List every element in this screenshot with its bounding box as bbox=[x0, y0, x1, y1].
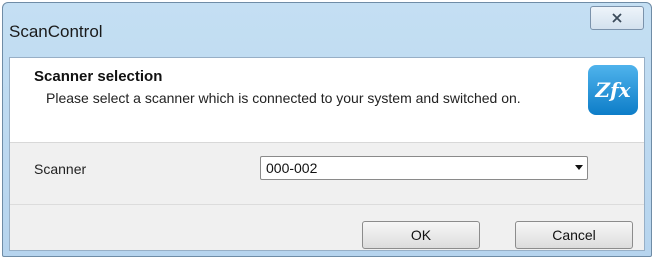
ok-button[interactable]: OK bbox=[362, 221, 480, 249]
close-button[interactable] bbox=[590, 6, 644, 30]
button-row-divider bbox=[10, 204, 644, 205]
scanner-field-row: Scanner 000-002 bbox=[10, 142, 644, 204]
header-description: Please select a scanner which is connect… bbox=[46, 90, 521, 106]
header-title: Scanner selection bbox=[34, 68, 163, 85]
title-bar[interactable]: ScanControl bbox=[3, 3, 651, 57]
scanner-dropdown-value: 000-002 bbox=[266, 160, 318, 176]
zfx-logo-text: Zfx bbox=[595, 78, 631, 102]
scanner-dropdown[interactable]: 000-002 bbox=[260, 156, 588, 180]
cancel-button[interactable]: Cancel bbox=[515, 221, 633, 249]
chevron-down-icon[interactable] bbox=[575, 165, 583, 170]
zfx-logo: Zfx bbox=[588, 65, 638, 115]
dialog-body: Scanner selection Please select a scanne… bbox=[9, 57, 645, 251]
header-panel: Scanner selection Please select a scanne… bbox=[10, 58, 644, 143]
scanner-label: Scanner bbox=[34, 161, 87, 177]
close-icon bbox=[612, 13, 622, 23]
window-title: ScanControl bbox=[9, 22, 103, 41]
scancontrol-dialog: ScanControl Scanner selection Please sel… bbox=[2, 2, 652, 257]
